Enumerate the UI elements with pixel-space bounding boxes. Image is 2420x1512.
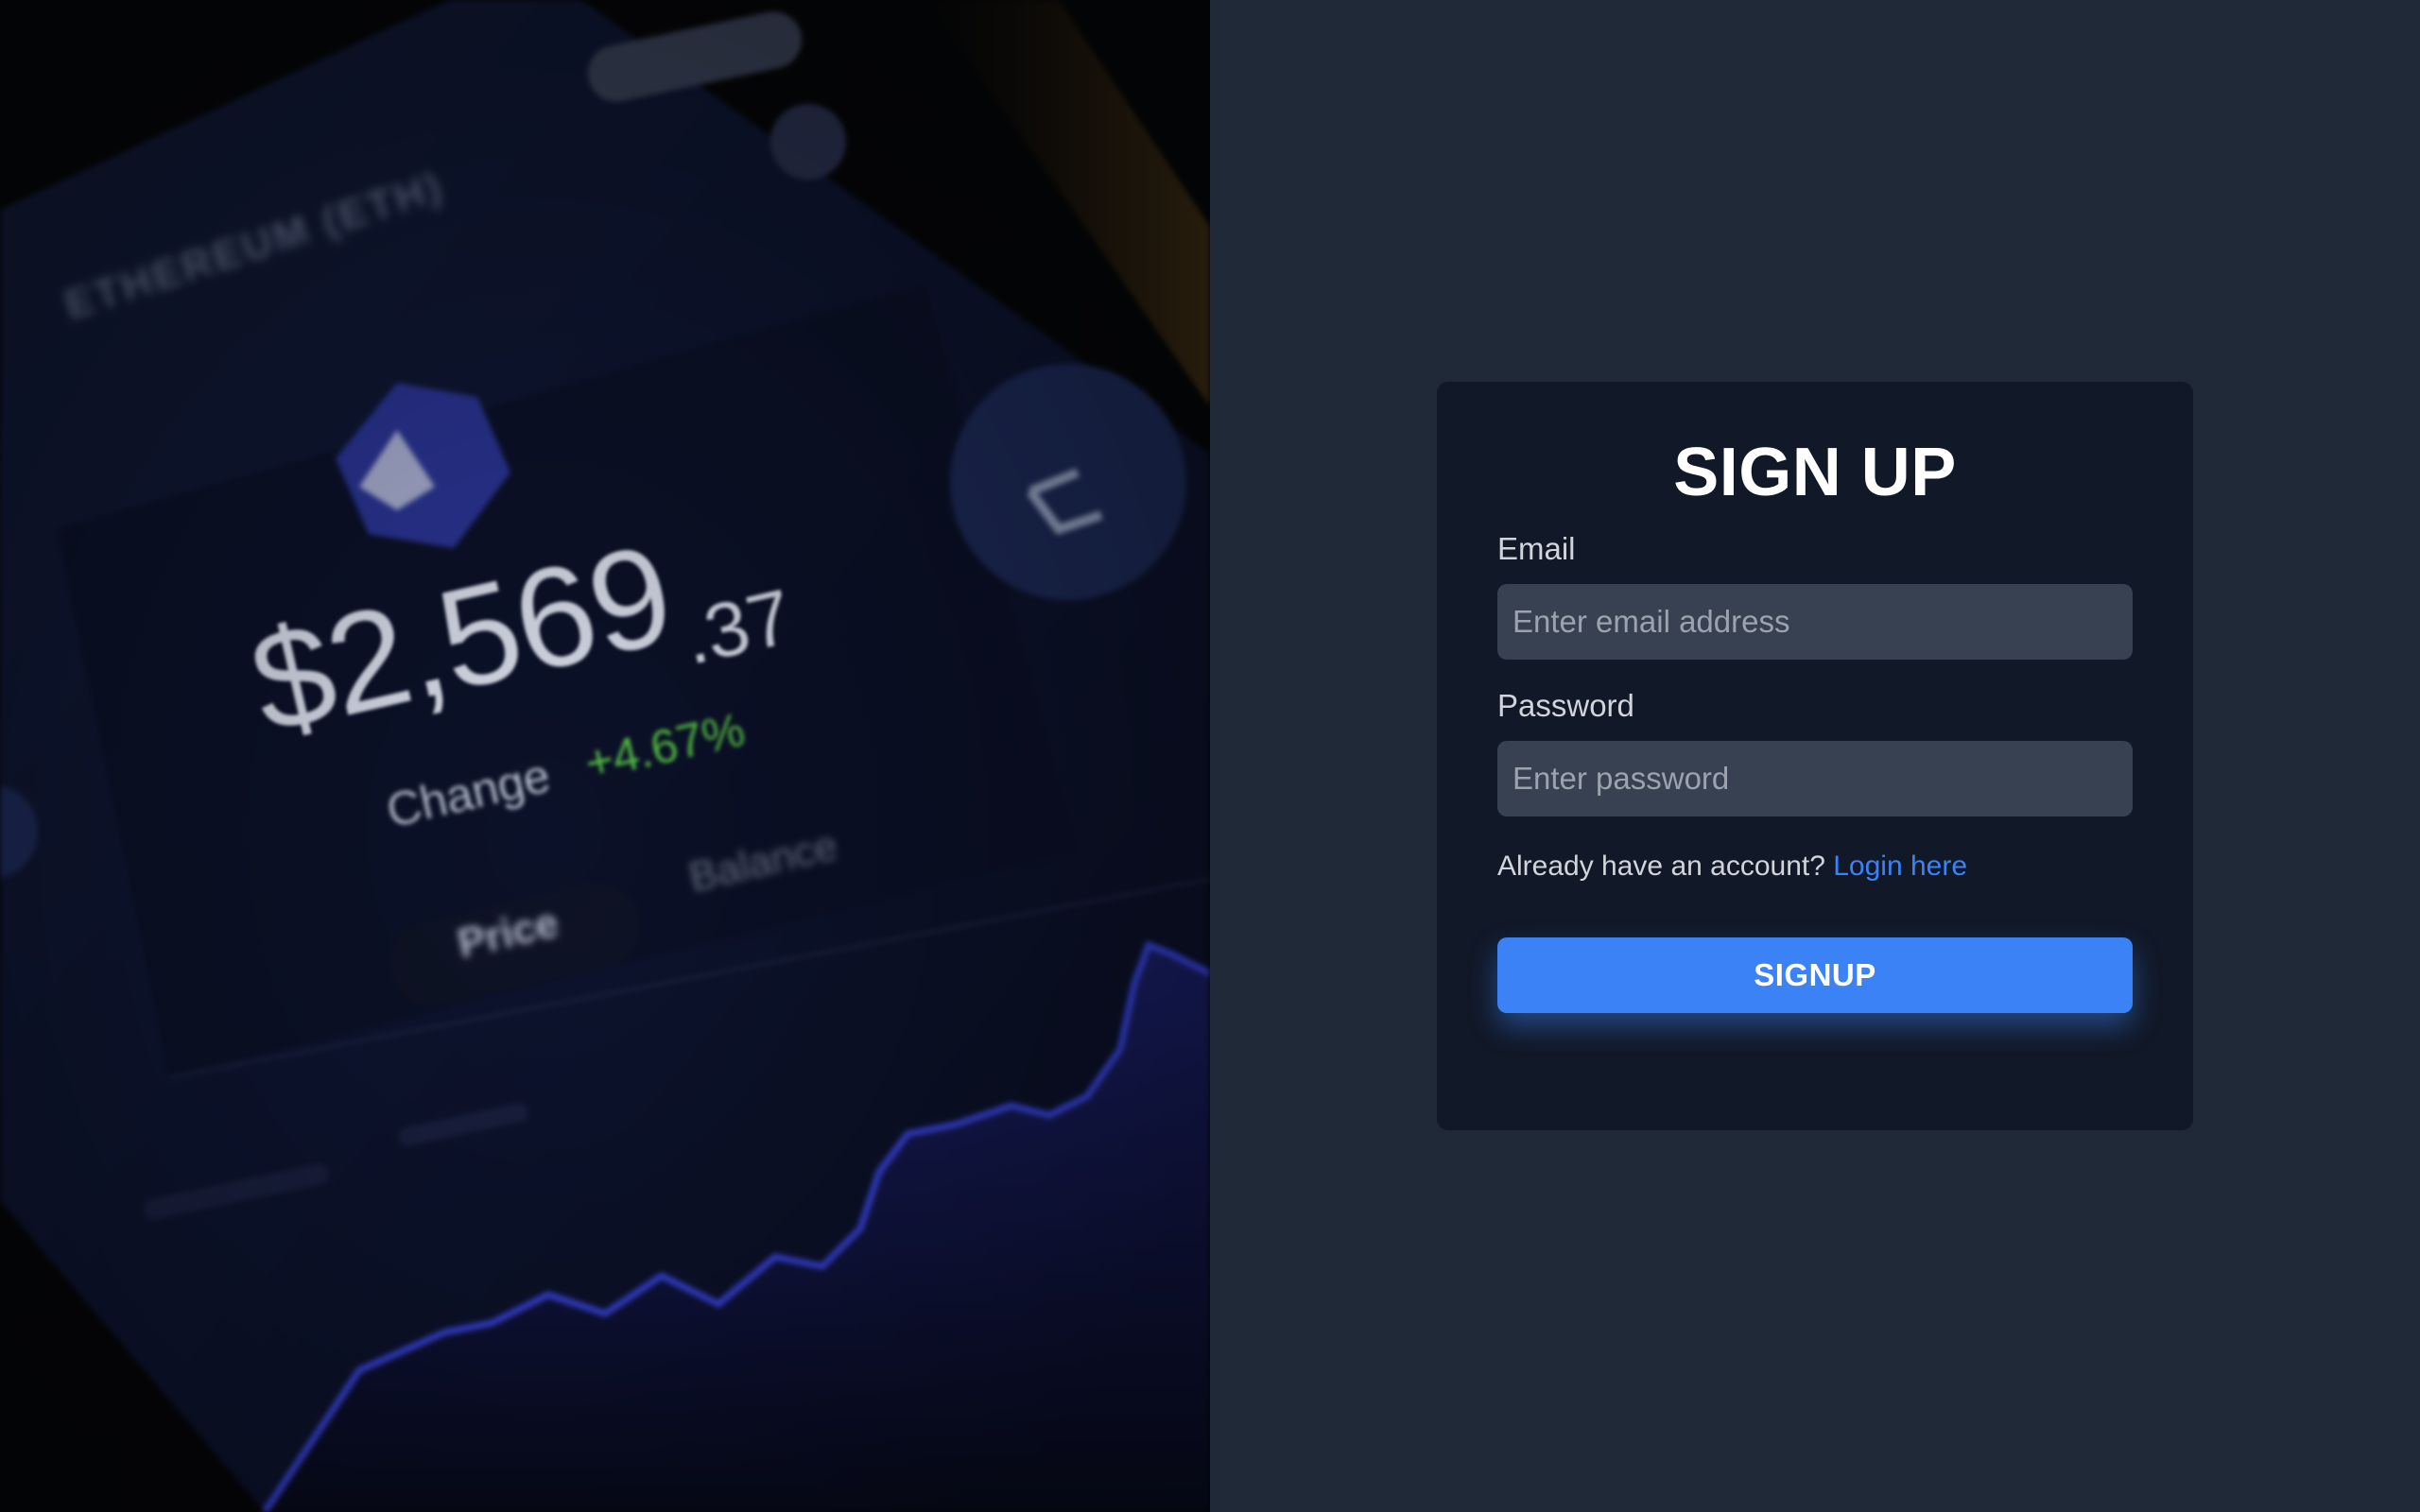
password-label: Password bbox=[1497, 688, 1634, 723]
password-field[interactable] bbox=[1497, 741, 2133, 816]
login-prompt-row: Already have an account? Login here bbox=[1497, 850, 2133, 883]
page-title: SIGN UP bbox=[1673, 435, 1957, 510]
email-label: Email bbox=[1497, 531, 1576, 566]
signup-page: ETHEREUM (ETH) $2,569 .37 Change +4.67% … bbox=[0, 0, 2420, 1512]
email-field[interactable] bbox=[1497, 584, 2133, 660]
hero-image: ETHEREUM (ETH) $2,569 .37 Change +4.67% … bbox=[0, 0, 1210, 1512]
signup-card: SIGN UP Email Password Already have an a… bbox=[1437, 382, 2193, 1130]
signup-button[interactable]: SIGNUP bbox=[1497, 937, 2133, 1013]
form-area: SIGN UP Email Password Already have an a… bbox=[1210, 0, 2420, 1512]
login-link[interactable]: Login here bbox=[1833, 850, 1967, 882]
login-prompt-text: Already have an account? bbox=[1497, 850, 1834, 882]
